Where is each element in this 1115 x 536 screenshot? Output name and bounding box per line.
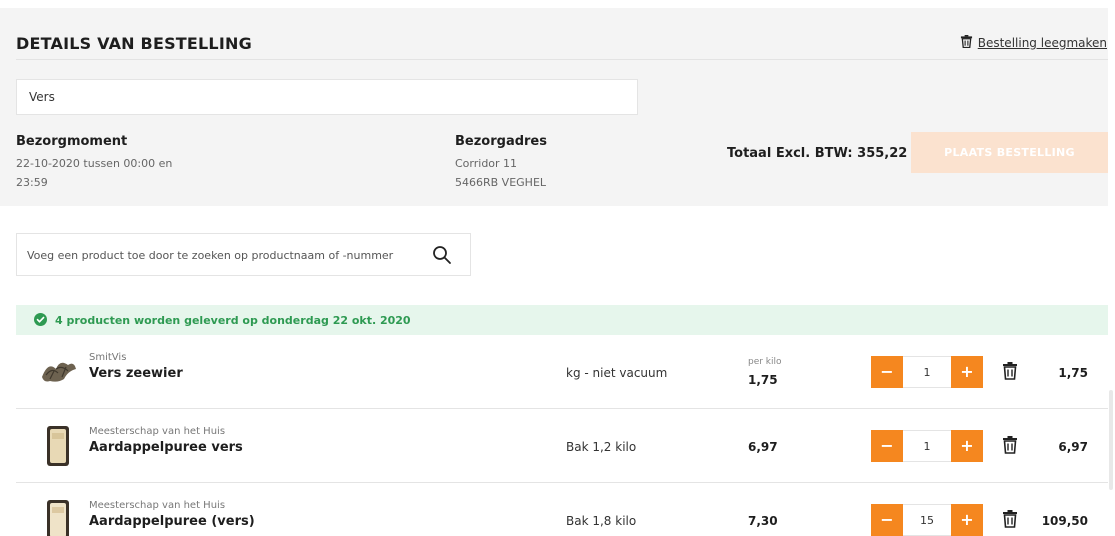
product-unit: Bak 1,8 kilo	[566, 514, 637, 528]
delivery-moment-line1: 22-10-2020 tussen 00:00 en	[16, 157, 173, 170]
product-search-input[interactable]	[27, 246, 417, 264]
decrease-quantity-button[interactable]: −	[871, 356, 903, 388]
delivery-address-line1: Corridor 11	[455, 157, 518, 170]
delivery-banner-text: 4 producten worden geleverd op donderdag…	[55, 313, 411, 327]
clear-order-link[interactable]: Bestelling leegmaken	[960, 35, 1107, 51]
product-name: Aardappelpuree (vers)	[89, 514, 255, 529]
product-brand: SmitVis	[89, 352, 127, 363]
quantity-input[interactable]	[903, 356, 951, 388]
check-circle-icon	[34, 311, 47, 330]
search-icon[interactable]	[432, 245, 452, 269]
scrollbar[interactable]	[1109, 390, 1113, 490]
quantity-input[interactable]	[903, 504, 951, 536]
delivery-banner: 4 producten worden geleverd op donderdag…	[16, 305, 1108, 335]
product-name: Aardappelpuree vers	[89, 440, 243, 455]
product-name: Vers zeewier	[89, 366, 183, 381]
delivery-moment-line2: 23:59	[16, 176, 48, 189]
trash-icon[interactable]	[1002, 362, 1018, 384]
divider	[16, 59, 1108, 60]
trash-icon[interactable]	[1002, 510, 1018, 532]
decrease-quantity-button[interactable]: −	[871, 504, 903, 536]
product-brand: Meesterschap van het Huis	[89, 426, 226, 437]
order-reference-input[interactable]	[16, 79, 638, 115]
decrease-quantity-button[interactable]: −	[871, 430, 903, 462]
product-line-total: 6,97	[1058, 440, 1088, 454]
order-total: Totaal Excl. BTW: 355,22	[727, 146, 908, 161]
product-line-total: 109,50	[1041, 514, 1088, 528]
product-row: Meesterschap van het Huis Aardappelpuree…	[16, 483, 1108, 536]
product-unit: kg - niet vacuum	[566, 366, 668, 380]
place-order-button[interactable]: PLAATS BESTELLING	[911, 132, 1108, 173]
trash-icon[interactable]	[1002, 436, 1018, 458]
increase-quantity-button[interactable]: +	[951, 430, 983, 462]
product-price: 1,75	[748, 373, 778, 387]
increase-quantity-button[interactable]: +	[951, 356, 983, 388]
product-price: 6,97	[748, 440, 778, 454]
delivery-address-label: Bezorgadres	[455, 134, 547, 149]
quantity-input[interactable]	[903, 430, 951, 462]
page-title: DETAILS VAN BESTELLING	[16, 34, 252, 53]
product-price: 7,30	[748, 514, 778, 528]
seaweed-icon	[36, 347, 80, 397]
puree-tub-icon	[36, 421, 80, 471]
puree-tub-icon	[36, 495, 80, 536]
product-line-total: 1,75	[1058, 366, 1088, 380]
increase-quantity-button[interactable]: +	[951, 504, 983, 536]
product-row: SmitVis Vers zeewier kg - niet vacuum pe…	[16, 335, 1108, 409]
trash-icon	[960, 35, 973, 51]
product-unit: Bak 1,2 kilo	[566, 440, 637, 454]
clear-order-label[interactable]: Bestelling leegmaken	[978, 36, 1107, 50]
product-brand: Meesterschap van het Huis	[89, 500, 226, 511]
product-price-unit: per kilo	[748, 357, 782, 367]
product-search	[16, 233, 471, 276]
delivery-moment-label: Bezorgmoment	[16, 134, 128, 149]
delivery-address-line2: 5466RB VEGHEL	[455, 176, 547, 189]
product-row: Meesterschap van het Huis Aardappelpuree…	[16, 409, 1108, 483]
